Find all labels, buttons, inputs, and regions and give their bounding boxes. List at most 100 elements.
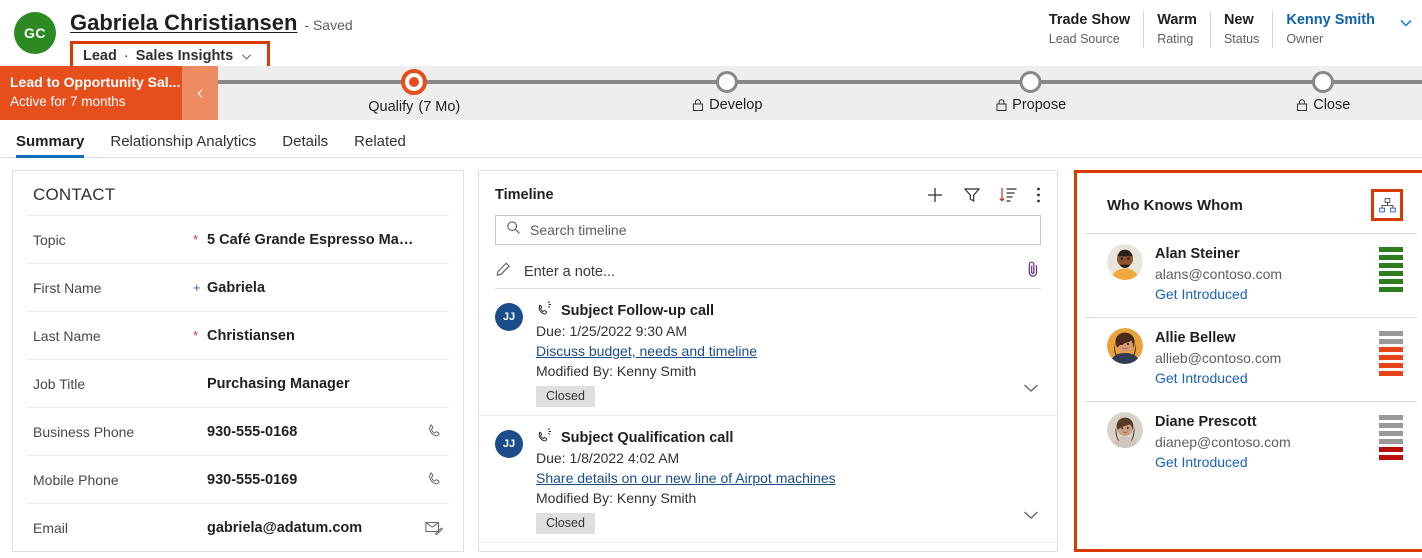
strength-bar (1379, 279, 1403, 284)
field-row-last-name[interactable]: Last Name * Christiansen (27, 311, 449, 359)
field-label: Topic (33, 232, 193, 248)
stage-node-active (401, 69, 427, 95)
dynamics-lead-record-page: GC Gabriela Christiansen - Saved Lead · … (0, 0, 1422, 558)
chevron-down-icon[interactable] (1023, 381, 1039, 399)
process-badge[interactable]: Lead to Opportunity Sal... Active for 7 … (0, 66, 182, 120)
relationship-strength-indicator (1379, 328, 1403, 376)
timeline-item-subject: Subject Follow-up call (561, 301, 714, 321)
process-stage-close[interactable]: Close (1296, 66, 1350, 113)
who-knows-whom-person[interactable]: Diane Prescott dianep@contoso.com Get In… (1085, 402, 1417, 485)
timeline-item-description-link[interactable]: Share details on our new line of Airpot … (536, 468, 836, 488)
timeline-item-due: Due: 1/8/2022 4:02 AM (536, 448, 1041, 468)
sort-icon[interactable] (999, 186, 1018, 204)
paperclip-icon[interactable] (1025, 260, 1041, 283)
field-value: Christiansen (207, 328, 417, 344)
avatar: JJ (495, 430, 523, 458)
chevron-down-icon[interactable] (1388, 11, 1422, 36)
field-label: Last Name (33, 328, 193, 344)
timeline-item-due: Due: 1/25/2022 9:30 AM (536, 321, 1041, 341)
phone-call-icon (536, 428, 553, 448)
timeline-item[interactable]: JJ Subject Qualification call Due: 1/8/2… (479, 416, 1057, 543)
stage-label: Close (1313, 97, 1350, 113)
subtitle-separator: · (124, 48, 129, 64)
stage-label-wrap: Propose (995, 97, 1066, 113)
phone-icon[interactable] (417, 471, 443, 488)
avatar (1107, 412, 1143, 448)
header-field-label: Owner (1286, 31, 1323, 48)
strength-bar (1379, 255, 1403, 260)
timeline-item-body: Subject Qualification call Due: 1/8/2022… (536, 428, 1041, 534)
process-stage-qualify[interactable]: Qualify (7 Mo) (368, 66, 460, 115)
header-field-value[interactable]: Kenny Smith (1286, 11, 1375, 30)
field-value: 5 Café Grande Espresso Machines ... (207, 232, 417, 248)
lock-icon (995, 98, 1007, 112)
field-row-first-name[interactable]: First Name + Gabriela (27, 263, 449, 311)
field-row-business-phone[interactable]: Business Phone 930-555-0168 (27, 407, 449, 455)
process-stage-propose[interactable]: Propose (995, 66, 1066, 113)
timeline-item-subject-row: Subject Qualification call (536, 428, 1041, 448)
chevron-down-icon (240, 50, 253, 63)
process-stage-develop[interactable]: Develop (692, 66, 762, 113)
who-knows-whom-person[interactable]: Alan Steiner alans@contoso.com Get Intro… (1085, 234, 1417, 318)
timeline-item-modified-by: Modified By: Kenny Smith (536, 361, 1041, 381)
org-chart-icon[interactable] (1371, 189, 1403, 221)
tab-summary[interactable]: Summary (16, 133, 84, 157)
record-avatar: GC (14, 12, 56, 54)
section-title-contact: CONTACT (13, 171, 463, 215)
search-icon (506, 220, 521, 240)
tab-related[interactable]: Related (354, 133, 406, 157)
process-stages: Qualify (7 Mo) Develop (218, 66, 1422, 120)
add-icon[interactable] (925, 185, 945, 205)
who-knows-whom-header: Who Knows Whom (1085, 173, 1417, 234)
header-field-value: Trade Show (1049, 11, 1130, 30)
header-field-rating[interactable]: Warm Rating (1143, 11, 1210, 48)
tab-relationship-analytics[interactable]: Relationship Analytics (110, 133, 256, 157)
search-input[interactable] (530, 222, 1030, 238)
chevron-down-icon[interactable] (1023, 508, 1039, 526)
get-introduced-link[interactable]: Get Introduced (1155, 452, 1367, 473)
strength-bar (1379, 447, 1403, 452)
header-field-owner[interactable]: Kenny Smith Owner (1272, 11, 1388, 48)
get-introduced-link[interactable]: Get Introduced (1155, 368, 1367, 389)
field-row-mobile-phone[interactable]: Mobile Phone 930-555-0169 (27, 455, 449, 503)
timeline-item-description-link[interactable]: Discuss budget, needs and timeline (536, 341, 757, 361)
timeline-item-body: Subject Follow-up call Due: 1/25/2022 9:… (536, 301, 1041, 407)
strength-bar (1379, 371, 1403, 376)
note-input[interactable] (524, 264, 1013, 280)
record-header: GC Gabriela Christiansen - Saved Lead · … (0, 0, 1422, 66)
stage-label-wrap: Develop (692, 97, 762, 113)
phone-icon[interactable] (417, 423, 443, 440)
person-name: Diane Prescott (1155, 412, 1367, 432)
strength-bar (1379, 347, 1403, 352)
filter-icon[interactable] (963, 186, 981, 204)
relationship-strength-indicator (1379, 244, 1403, 292)
strength-bar (1379, 423, 1403, 428)
field-row-job-title[interactable]: Job Title Purchasing Manager (27, 359, 449, 407)
avatar: JJ (495, 303, 523, 331)
stage-label: Develop (709, 97, 762, 113)
record-title-block: Gabriela Christiansen - Saved Lead · Sal… (70, 10, 353, 72)
person-name: Alan Steiner (1155, 244, 1367, 264)
header-field-status[interactable]: New Status (1210, 11, 1272, 48)
email-icon[interactable] (417, 520, 443, 536)
tab-details[interactable]: Details (282, 133, 328, 157)
timeline-search-box[interactable] (495, 215, 1041, 245)
strength-bar (1379, 263, 1403, 268)
chevron-left-icon[interactable] (182, 66, 218, 120)
strength-bar (1379, 415, 1403, 420)
lock-icon (1296, 98, 1308, 112)
field-row-email[interactable]: Email gabriela@adatum.com (27, 503, 449, 551)
strength-bar (1379, 455, 1403, 460)
timeline-item[interactable]: JJ Subject Follow-up call Due: 1/25/2022… (479, 289, 1057, 416)
who-knows-whom-person[interactable]: Allie Bellew allieb@contoso.com Get Intr… (1085, 318, 1417, 402)
more-options-icon[interactable] (1036, 186, 1041, 204)
field-label: Mobile Phone (33, 472, 193, 488)
timeline-note-box[interactable] (495, 255, 1041, 289)
person-email: allieb@contoso.com (1155, 348, 1367, 368)
get-introduced-link[interactable]: Get Introduced (1155, 284, 1367, 305)
app-name-label: Sales Insights (136, 48, 234, 64)
timeline-header: Timeline (479, 171, 1057, 213)
header-field-lead-source[interactable]: Trade Show Lead Source (1036, 11, 1143, 48)
avatar (1107, 328, 1143, 364)
field-row-topic[interactable]: Topic * 5 Café Grande Espresso Machines … (27, 215, 449, 263)
